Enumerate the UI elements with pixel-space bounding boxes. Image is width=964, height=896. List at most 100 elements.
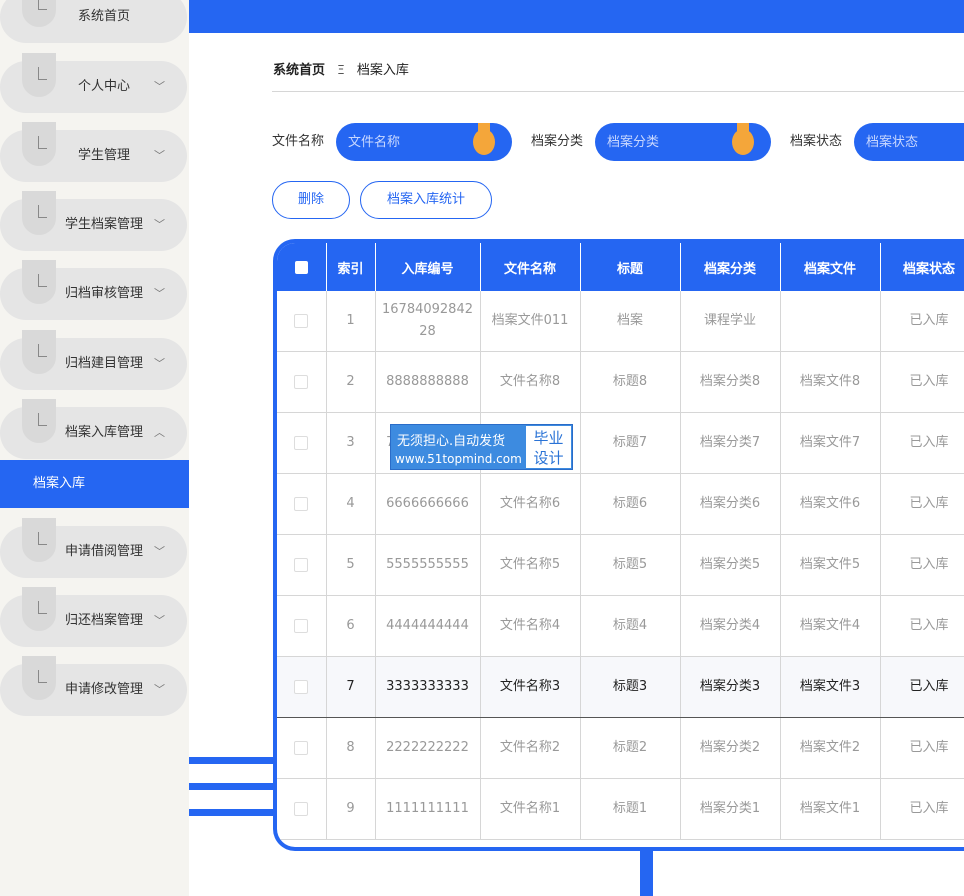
cell-storage-number: 2222222222 <box>375 717 481 779</box>
sidebar-item-modify-request-management[interactable]: 申请修改管理 ﹀ <box>0 656 187 716</box>
cell-category: 档案分类4 <box>680 595 781 657</box>
breadcrumb-home[interactable]: 系统首页 <box>273 63 325 78</box>
top-bar <box>189 0 964 33</box>
cell-category: 档案分类6 <box>680 473 781 535</box>
breadcrumb: 系统首页 Ξ 档案入库 <box>273 60 409 80</box>
status-input[interactable] <box>854 123 964 161</box>
table-row[interactable]: 8 2222222222 文件名称2 标题2 档案分类2 档案文件2 已入库 <box>277 717 964 779</box>
table-row[interactable]: 7 3333333333 文件名称3 标题3 档案分类3 档案文件3 已入库 <box>277 656 964 718</box>
cell-status: 已入库 <box>880 291 964 352</box>
cell-category: 档案分类8 <box>680 351 781 413</box>
sidebar-item-home[interactable]: 系统首页 <box>0 0 187 43</box>
corner-icon <box>38 601 47 614</box>
sidebar-item-return-archive-management[interactable]: 归还档案管理 ﹀ <box>0 587 187 647</box>
corner-icon <box>38 670 47 683</box>
row-checkbox[interactable] <box>277 778 327 840</box>
cell-file: 档案文件4 <box>780 595 881 657</box>
column-header-category[interactable]: 档案分类 <box>680 243 781 291</box>
table-row[interactable]: 2 8888888888 文件名称8 标题8 档案分类8 档案文件8 已入库 <box>277 351 964 413</box>
column-header-filename[interactable]: 文件名称 <box>480 243 581 291</box>
cell-status: 已入库 <box>880 717 964 779</box>
chevron-down-icon: ﹀ <box>154 149 165 162</box>
table-row[interactable]: 9 1111111111 文件名称1 标题1 档案分类1 档案文件1 已入库 <box>277 778 964 840</box>
sidebar-item-archive-review-management[interactable]: 归档审核管理 ﹀ <box>0 260 187 320</box>
cell-filename: 文件名称2 <box>480 717 581 779</box>
row-checkbox[interactable] <box>277 351 327 413</box>
cell-status: 已入库 <box>880 656 964 718</box>
corner-icon <box>38 413 47 426</box>
archive-stats-button[interactable]: 档案入库统计 <box>360 181 492 219</box>
row-checkbox[interactable] <box>277 291 327 352</box>
sidebar: 系统首页 个人中心 ﹀ 学生管理 ﹀ 学生档案管理 ﹀ 归档审核管理 ﹀ 归档建… <box>0 0 189 896</box>
chevron-down-icon: ﹀ <box>154 287 165 300</box>
row-checkbox[interactable] <box>277 656 327 718</box>
table-row[interactable]: 1 1678409284228 档案文件011 档案 课程学业 已入库 <box>277 291 964 352</box>
table-row[interactable]: 5 5555555555 文件名称5 标题5 档案分类5 档案文件5 已入库 <box>277 534 964 596</box>
column-header-title[interactable]: 标题 <box>580 243 681 291</box>
cell-file: 档案文件6 <box>780 473 881 535</box>
cell-index: 2 <box>326 351 376 413</box>
row-checkbox[interactable] <box>277 412 327 474</box>
cell-filename: 文件名称6 <box>480 473 581 535</box>
chevron-down-icon: ﹀ <box>154 357 165 370</box>
column-header-storage-number[interactable]: 入库编号 <box>375 243 481 291</box>
archive-table: 索引 入库编号 文件名称 标题 档案分类 档案文件 档案状态 1 16784092… <box>273 239 964 851</box>
cell-index: 4 <box>326 473 376 535</box>
sidebar-item-personal-center[interactable]: 个人中心 ﹀ <box>0 53 187 113</box>
cell-category: 档案分类2 <box>680 717 781 779</box>
sidebar-item-borrow-request-management[interactable]: 申请借阅管理 ﹀ <box>0 518 187 578</box>
sidebar-subitem-archive-storage[interactable]: 档案入库 <box>0 460 189 508</box>
decor-line <box>189 783 275 790</box>
cell-file: 档案文件7 <box>780 412 881 474</box>
table-row[interactable]: 37777777777文件名称7标题7档案分类7档案文件7已入库 <box>277 412 964 474</box>
sidebar-item-student-archive-management[interactable]: 学生档案管理 ﹀ <box>0 191 187 251</box>
table-row[interactable]: 4 6666666666 文件名称6 标题6 档案分类6 档案文件6 已入库 <box>277 473 964 535</box>
cell-title: 标题2 <box>580 717 681 779</box>
table-header-row: 索引 入库编号 文件名称 标题 档案分类 档案文件 档案状态 <box>277 243 964 291</box>
table-row[interactable]: 6 4444444444 文件名称4 标题4 档案分类4 档案文件4 已入库 <box>277 595 964 657</box>
cell-storage-number: 4444444444 <box>375 595 481 657</box>
cell-storage-number: 3333333333 <box>375 656 481 718</box>
sidebar-item-student-management[interactable]: 学生管理 ﹀ <box>0 122 187 182</box>
corner-icon <box>38 532 47 545</box>
cell-file: 档案文件8 <box>780 351 881 413</box>
corner-icon <box>38 205 47 218</box>
column-header-file[interactable]: 档案文件 <box>780 243 881 291</box>
cell-filename: 档案文件011 <box>480 291 581 352</box>
decor-line <box>189 809 275 816</box>
cell-filename: 文件名称8 <box>480 351 581 413</box>
sidebar-item-label: 归还档案管理 <box>64 613 143 628</box>
watermark-badge: 毕业 设计 <box>526 426 571 468</box>
cell-storage-number: 1678409284228 <box>375 291 481 352</box>
delete-button[interactable]: 删除 <box>272 181 350 219</box>
cell-storage-number: 6666666666 <box>375 473 481 535</box>
cell-title: 标题7 <box>580 412 681 474</box>
cell-index: 9 <box>326 778 376 840</box>
chevron-down-icon: ﹀ <box>154 614 165 627</box>
row-checkbox[interactable] <box>277 534 327 596</box>
corner-icon <box>38 274 47 287</box>
cell-title: 标题8 <box>580 351 681 413</box>
row-checkbox[interactable] <box>277 473 327 535</box>
cell-status: 已入库 <box>880 473 964 535</box>
chevron-down-icon: ﹀ <box>154 218 165 231</box>
sidebar-item-label: 归档建目管理 <box>64 356 143 371</box>
cell-index: 1 <box>326 291 376 352</box>
select-all-checkbox[interactable] <box>277 243 327 291</box>
column-header-index[interactable]: 索引 <box>326 243 376 291</box>
cell-index: 6 <box>326 595 376 657</box>
cell-file: 档案文件5 <box>780 534 881 596</box>
row-checkbox[interactable] <box>277 717 327 779</box>
cell-category: 档案分类1 <box>680 778 781 840</box>
sidebar-item-archive-storage-management[interactable]: 档案入库管理 ︿ <box>0 399 187 459</box>
cell-category: 档案分类3 <box>680 656 781 718</box>
sidebar-item-archive-catalog-management[interactable]: 归档建目管理 ﹀ <box>0 330 187 390</box>
column-header-status[interactable]: 档案状态 <box>880 243 964 291</box>
cell-storage-number: 5555555555 <box>375 534 481 596</box>
sidebar-item-label: 系统首页 <box>77 9 130 24</box>
sidebar-item-label: 归档审核管理 <box>64 286 143 301</box>
cell-title: 标题6 <box>580 473 681 535</box>
row-checkbox[interactable] <box>277 595 327 657</box>
cell-filename: 文件名称3 <box>480 656 581 718</box>
cell-category: 档案分类5 <box>680 534 781 596</box>
